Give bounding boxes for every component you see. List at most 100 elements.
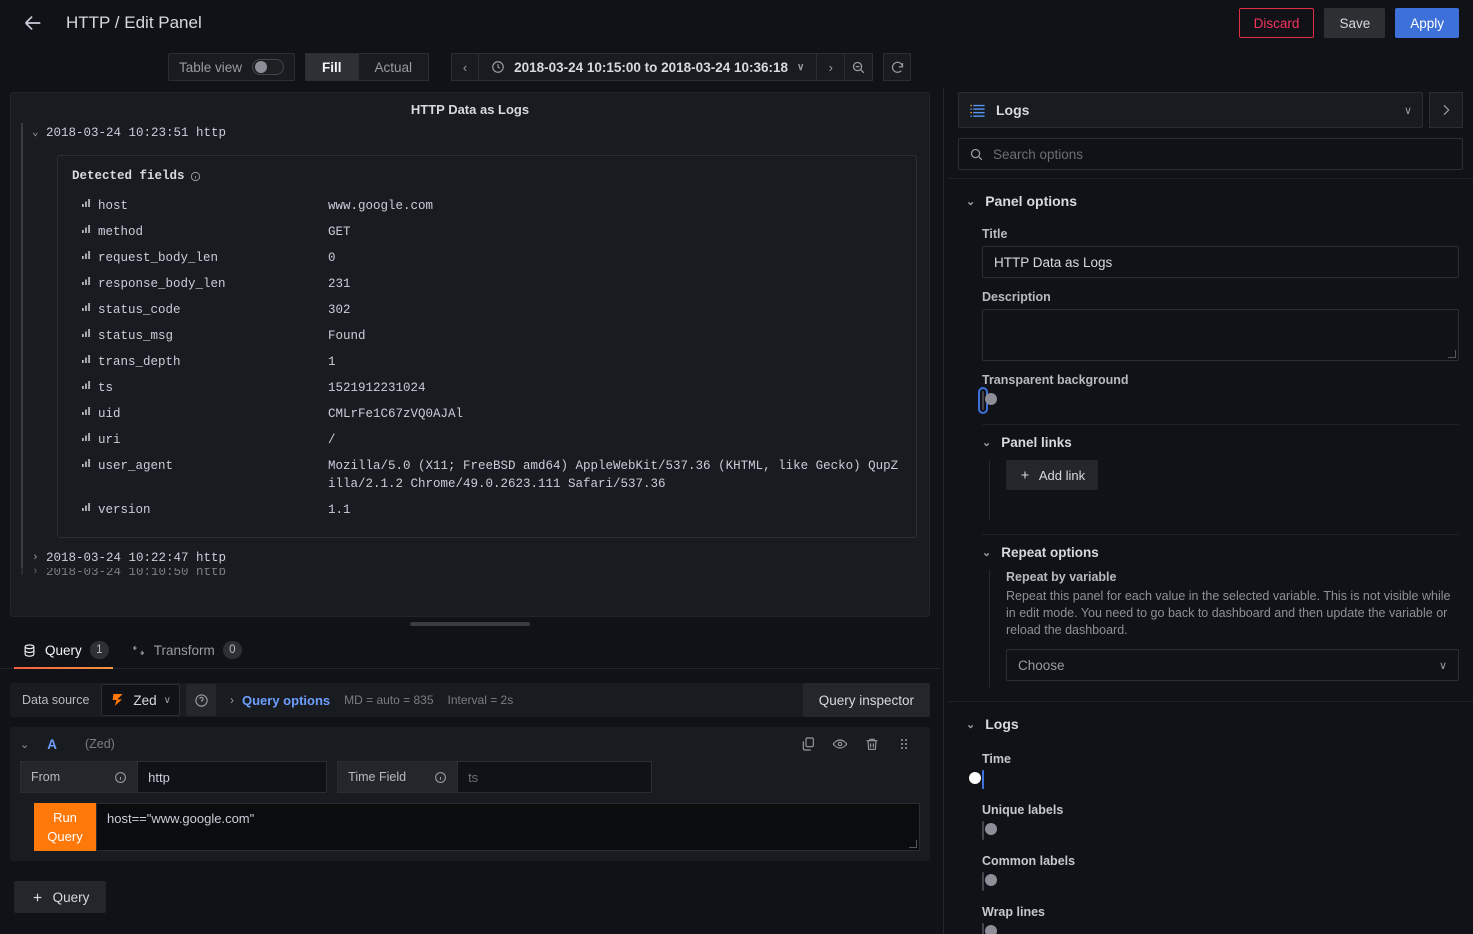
detected-field-key: version xyxy=(98,503,151,517)
detected-field-row[interactable]: request_body_len 0 xyxy=(72,245,902,271)
tab-query-label: Query xyxy=(45,642,82,658)
panel-resize-handle[interactable] xyxy=(0,617,940,631)
drag-handle-icon[interactable] xyxy=(896,736,912,752)
bar-chart-icon[interactable] xyxy=(72,379,98,391)
log-expand-caret[interactable]: ⌄ xyxy=(32,123,46,143)
back-arrow-icon[interactable] xyxy=(18,8,48,38)
options-search-input[interactable]: Search options xyxy=(958,138,1463,170)
fill-button[interactable]: Fill xyxy=(305,53,359,81)
add-query-button[interactable]: Query xyxy=(14,881,106,913)
logs-toggle-switch[interactable] xyxy=(969,770,984,789)
table-view-toggle[interactable] xyxy=(252,59,285,75)
logs-toggle-switch[interactable] xyxy=(982,923,997,934)
bar-chart-icon[interactable] xyxy=(72,301,98,313)
query-options-label: Query options xyxy=(242,692,331,708)
time-shift-back-button[interactable]: ‹ xyxy=(451,53,480,81)
bar-chart-icon[interactable] xyxy=(72,405,98,417)
tab-transform-label: Transform xyxy=(153,642,215,658)
log-row[interactable]: › 2018-03-24 10:22:47 http xyxy=(21,548,919,568)
detected-field-row[interactable]: method GET xyxy=(72,219,902,245)
info-circle-icon[interactable] xyxy=(114,771,127,784)
transparent-background-toggle[interactable] xyxy=(978,387,997,414)
bar-chart-icon[interactable] xyxy=(72,197,98,209)
panel-title-input[interactable]: HTTP Data as Logs xyxy=(982,246,1459,278)
table-view-control[interactable]: Table view xyxy=(168,53,296,81)
top-bar: HTTP / Edit Panel Discard Save Apply xyxy=(0,0,1473,46)
collapse-options-button[interactable] xyxy=(1429,92,1463,128)
query-collapse-caret[interactable]: ⌄ xyxy=(20,738,29,751)
bar-chart-icon[interactable] xyxy=(72,223,98,235)
detected-field-row[interactable]: status_msg Found xyxy=(72,323,902,349)
run-query-button[interactable]: Run Query xyxy=(34,803,96,851)
bar-chart-icon[interactable] xyxy=(72,353,98,365)
save-button[interactable]: Save xyxy=(1324,8,1386,38)
logs-viz-icon xyxy=(969,102,986,119)
detected-field-row[interactable]: uri / xyxy=(72,427,902,453)
detected-field-row[interactable]: uid CMLrFe1C67zVQ0AJAl xyxy=(72,401,902,427)
log-expand-caret[interactable]: › xyxy=(32,548,46,568)
query-options-toggle[interactable]: › Query options xyxy=(230,693,330,708)
bar-chart-icon[interactable] xyxy=(72,457,98,469)
tab-query[interactable]: Query 1 xyxy=(14,641,123,669)
datasource-picker[interactable]: Zed ∨ xyxy=(101,684,180,716)
info-circle-icon[interactable] xyxy=(434,771,447,784)
sidebar-resize-handle[interactable] xyxy=(940,88,948,934)
discard-button[interactable]: Discard xyxy=(1238,8,1315,38)
detected-field-row[interactable]: user_agent Mozilla/5.0 (X11; FreeBSD amd6… xyxy=(72,453,902,497)
from-input[interactable]: http xyxy=(137,761,328,793)
log-timestamp: 2018-03-24 10:22:47 http xyxy=(46,551,227,565)
query-inspector-button[interactable]: Query inspector xyxy=(802,683,930,717)
time-field-label-box: Time Field xyxy=(337,761,458,793)
bar-chart-icon[interactable] xyxy=(72,249,98,261)
actual-button[interactable]: Actual xyxy=(358,53,430,81)
detected-field-row[interactable]: trans_depth 1 xyxy=(72,349,902,375)
add-link-label: Add link xyxy=(1038,467,1086,483)
detected-field-row[interactable]: ts 1521912231024 xyxy=(72,375,902,401)
bar-chart-icon[interactable] xyxy=(72,275,98,287)
bottom-pane-tabs: Query 1 Transform 0 xyxy=(0,631,940,669)
detected-field-row[interactable]: response_body_len 231 xyxy=(72,271,902,297)
repeat-variable-select[interactable]: Choose ∨ xyxy=(1006,649,1459,681)
detected-field-row[interactable]: status_code 302 xyxy=(72,297,902,323)
eye-icon[interactable] xyxy=(832,736,848,752)
logs-toggle-switch[interactable] xyxy=(982,821,997,840)
bar-chart-icon[interactable] xyxy=(72,431,98,443)
refresh-icon[interactable] xyxy=(883,53,912,81)
detected-field-row[interactable]: version 1.1 xyxy=(72,497,902,523)
time-range-picker[interactable]: 2018-03-24 10:15:00 to 2018-03-24 10:36:… xyxy=(479,53,818,81)
log-row-partial[interactable]: › 2018-03-24 10:10:50 http xyxy=(21,568,919,575)
detected-field-key: uid xyxy=(98,407,121,421)
logs-toggle-switch[interactable] xyxy=(982,872,997,891)
panel-links-header[interactable]: ⌄ Panel links xyxy=(982,435,1459,450)
panel-options-body: Title HTTP Data as Logs Description Tran… xyxy=(948,227,1473,687)
log-row[interactable]: ⌄ 2018-03-24 10:23:51 http Detected fiel… xyxy=(21,123,919,548)
panel-options-header[interactable]: ⌄ Panel options xyxy=(948,189,1473,215)
info-circle-icon[interactable] xyxy=(190,171,201,182)
detected-field-value: CMLrFe1C67zVQ0AJAl xyxy=(328,407,464,421)
bar-chart-icon[interactable] xyxy=(72,327,98,339)
help-circle-icon[interactable] xyxy=(186,684,216,716)
options-scroll-container[interactable]: ⌄ Panel options Title HTTP Data as Logs … xyxy=(948,179,1473,934)
repeat-options-header[interactable]: ⌄ Repeat options xyxy=(982,545,1459,560)
logs-list[interactable]: ⌄ 2018-03-24 10:23:51 http Detected fiel… xyxy=(11,123,929,616)
expression-input[interactable]: host=="www.google.com" xyxy=(96,803,920,851)
apply-button[interactable]: Apply xyxy=(1395,8,1459,38)
panel-description-textarea[interactable] xyxy=(982,309,1459,361)
zoom-out-icon[interactable] xyxy=(845,53,874,81)
detected-field-value: 302 xyxy=(328,303,351,317)
detected-field-value: 1 xyxy=(328,355,336,369)
bar-chart-icon[interactable] xyxy=(72,501,98,513)
logs-options-header[interactable]: ⌄ Logs xyxy=(948,712,1473,738)
tab-transform[interactable]: Transform 0 xyxy=(123,641,256,668)
query-ref-id[interactable]: A xyxy=(47,737,57,752)
detected-field-value: / xyxy=(328,433,336,447)
time-field-input[interactable]: ts xyxy=(457,761,653,793)
detected-field-row[interactable]: host www.google.com xyxy=(72,193,902,219)
visualization-picker[interactable]: Logs ∨ xyxy=(958,92,1423,128)
copy-icon[interactable] xyxy=(800,736,816,752)
add-link-button[interactable]: Add link xyxy=(1006,460,1098,490)
trash-icon[interactable] xyxy=(864,736,880,752)
time-shift-forward-button[interactable]: › xyxy=(817,53,846,81)
time-range-text: 2018-03-24 10:15:00 to 2018-03-24 10:36:… xyxy=(514,59,788,75)
run-query-line2: Query xyxy=(47,829,83,844)
